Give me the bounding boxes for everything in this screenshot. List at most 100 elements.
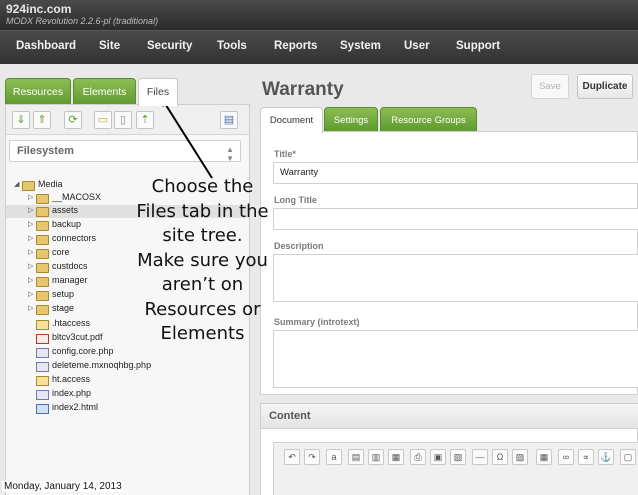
- horizontal-rule-icon[interactable]: —: [472, 449, 488, 465]
- tree-item-label: ht.access: [52, 374, 91, 384]
- folder-icon: [36, 291, 49, 301]
- nav-site[interactable]: Site: [99, 40, 120, 52]
- modx-version: MODX Revolution 2.2.6-pl (traditional): [6, 16, 159, 26]
- tab-settings[interactable]: Settings: [324, 107, 378, 132]
- tree-item-label: bltcv3cut.pdf: [52, 332, 103, 342]
- nav-tools[interactable]: Tools: [217, 40, 247, 52]
- tree-item-index2-html[interactable]: index2.html: [6, 402, 249, 415]
- site-domain[interactable]: 924inc.com: [6, 2, 71, 16]
- folder-icon: [36, 235, 49, 245]
- expand-arrow-icon[interactable]: ⇓: [12, 111, 30, 129]
- brand-bar: 924inc.com MODX Revolution 2.2.6-pl (tra…: [0, 0, 638, 30]
- collapse-arrow-icon[interactable]: ⇑: [33, 111, 51, 129]
- new-folder-icon[interactable]: ▭: [94, 111, 112, 129]
- collapsed-arrow-icon[interactable]: ▷: [28, 206, 33, 214]
- folder-icon: [36, 263, 49, 273]
- annotation-line: Resources or: [144, 298, 261, 320]
- lock-file-icon: [36, 320, 49, 330]
- tree-item-label: Media: [38, 179, 63, 189]
- annotation-callout: Choose the Files tab in the site tree. M…: [120, 175, 285, 347]
- tree-item-label: config.core.php: [52, 346, 114, 356]
- content-title: Content: [269, 410, 311, 422]
- unlink-icon[interactable]: ∝: [578, 449, 594, 465]
- tab-document[interactable]: Document: [260, 107, 323, 133]
- lock-file-icon: [36, 376, 49, 386]
- link-icon[interactable]: ∞: [558, 449, 574, 465]
- tree-item-label: index2.html: [52, 402, 99, 412]
- long-title-input[interactable]: [273, 208, 638, 230]
- annotation-line: Choose the: [151, 176, 254, 197]
- folder-icon: [36, 277, 49, 287]
- description-textarea[interactable]: [273, 254, 638, 302]
- collapsed-arrow-icon[interactable]: ▷: [28, 248, 33, 256]
- paste-text-icon[interactable]: ▥: [368, 449, 384, 465]
- tree-item-deleteme[interactable]: deleteme.mxnoqhbg.php: [6, 360, 249, 373]
- php-file-icon: [36, 348, 49, 358]
- redo-icon[interactable]: ↷: [304, 449, 320, 465]
- content-panel: Content ↶ ↷ a ▤ ▥ ▦ ⎙ ▣ ▧ — Ω ▨ ▦ ∞ ∝ ⚓ …: [260, 403, 638, 495]
- document-form: Title* Warranty Long Title Description S…: [260, 131, 638, 395]
- annotation-line: Make sure you: [137, 249, 268, 271]
- rich-text-toolbar: ↶ ↷ a ▤ ▥ ▦ ⎙ ▣ ▧ — Ω ▨ ▦ ∞ ∝ ⚓ ▢: [273, 442, 638, 495]
- nav-support[interactable]: Support: [456, 40, 500, 52]
- filesystem-select-value: Filesystem: [17, 145, 74, 157]
- refresh-icon[interactable]: ⟳: [64, 111, 82, 129]
- tab-resource-groups[interactable]: Resource Groups: [380, 107, 477, 132]
- nav-system[interactable]: System: [340, 40, 381, 52]
- tree-item-label: deleteme.mxnoqhbg.php: [52, 360, 152, 370]
- print-icon[interactable]: ⎙: [410, 449, 426, 465]
- tree-item-label: custdocs: [52, 261, 88, 271]
- select-all-icon[interactable]: a: [326, 449, 342, 465]
- tab-resources[interactable]: Resources: [5, 78, 71, 105]
- nav-user[interactable]: User: [404, 40, 430, 52]
- window-icon[interactable]: ▤: [220, 111, 238, 129]
- folder-icon: [22, 181, 35, 191]
- paste-word-icon[interactable]: ▦: [388, 449, 404, 465]
- title-input[interactable]: Warranty: [273, 162, 638, 184]
- tree-item-label: setup: [52, 289, 75, 299]
- collapsed-arrow-icon[interactable]: ▷: [28, 304, 33, 312]
- collapsed-arrow-icon[interactable]: ▷: [28, 220, 33, 228]
- folder-icon: [36, 207, 49, 217]
- filesystem-select[interactable]: Filesystem ▲ ▼: [9, 140, 241, 163]
- summary-label: Summary (introtext): [274, 317, 360, 327]
- tree-item-label: connectors: [52, 233, 97, 243]
- special-char-icon[interactable]: Ω: [492, 449, 508, 465]
- anchor-icon[interactable]: ⚓: [598, 449, 614, 465]
- page-title: Warranty: [262, 79, 344, 100]
- title-label: Title*: [274, 149, 296, 159]
- collapsed-arrow-icon[interactable]: ▷: [28, 262, 33, 270]
- undo-icon[interactable]: ↶: [284, 449, 300, 465]
- new-file-icon[interactable]: ▯: [114, 111, 132, 129]
- tree-item-config-core[interactable]: config.core.php: [6, 346, 249, 359]
- tab-elements[interactable]: Elements: [73, 78, 136, 105]
- collapsed-arrow-icon[interactable]: ▷: [28, 234, 33, 242]
- folder-icon: [36, 221, 49, 231]
- tree-item-index-php[interactable]: index.php: [6, 388, 249, 401]
- tree-item-label: manager: [52, 275, 88, 285]
- upload-icon[interactable]: ⇡: [136, 111, 154, 129]
- tree-toolbar: ⇓ ⇑ ⟳ ▭ ▯ ⇡ ▤: [6, 105, 249, 135]
- collapsed-arrow-icon[interactable]: ▷: [28, 276, 33, 284]
- folder-icon: [36, 249, 49, 259]
- paste-icon[interactable]: ▤: [348, 449, 364, 465]
- image-icon[interactable]: ▣: [430, 449, 446, 465]
- annotation-line: site tree.: [162, 225, 243, 246]
- fullscreen-icon[interactable]: ▢: [620, 449, 636, 465]
- collapsed-arrow-icon[interactable]: ▷: [28, 193, 33, 201]
- nav-reports[interactable]: Reports: [274, 40, 317, 52]
- nav-security[interactable]: Security: [147, 40, 192, 52]
- summary-textarea[interactable]: [273, 330, 638, 388]
- expanded-arrow-icon[interactable]: ◢: [14, 180, 19, 188]
- duplicate-button[interactable]: Duplicate: [577, 74, 633, 99]
- template-icon[interactable]: ▨: [512, 449, 528, 465]
- tab-files[interactable]: Files: [138, 78, 178, 106]
- tree-item-ht-access[interactable]: ht.access: [6, 374, 249, 387]
- table-icon[interactable]: ▦: [536, 449, 552, 465]
- tree-item-label: core: [52, 247, 70, 257]
- save-button[interactable]: Save: [531, 74, 569, 99]
- collapsed-arrow-icon[interactable]: ▷: [28, 290, 33, 298]
- media-icon[interactable]: ▧: [450, 449, 466, 465]
- folder-icon: [36, 194, 49, 204]
- nav-dashboard[interactable]: Dashboard: [16, 40, 76, 52]
